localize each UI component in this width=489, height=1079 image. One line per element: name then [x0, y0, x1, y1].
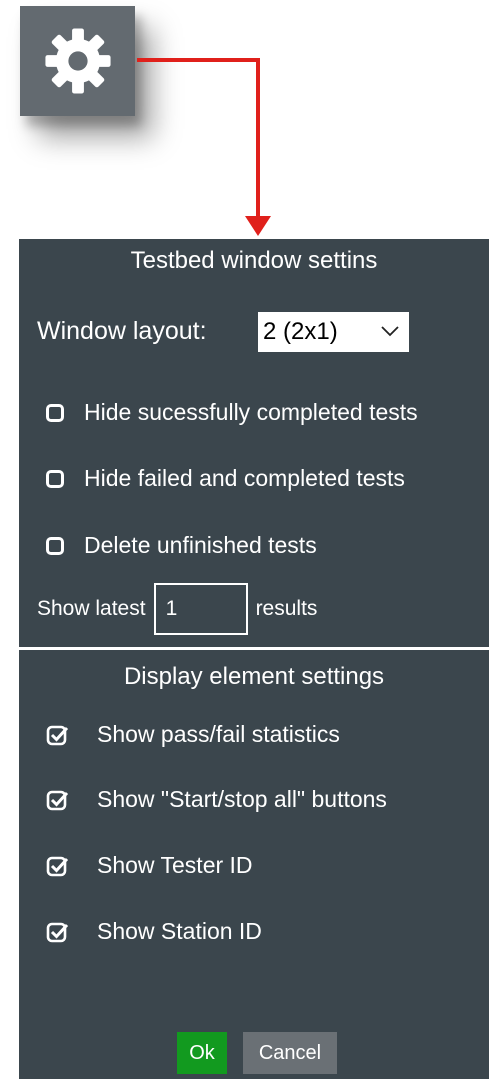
- option-label: Delete unfinished tests: [84, 532, 317, 558]
- show-latest-suffix: results: [255, 597, 318, 620]
- testbed-settings-panel: Testbed window settins Window layout: 2 …: [19, 239, 489, 1079]
- option-hide-successful[interactable]: Hide sucessfully completed tests: [46, 399, 418, 426]
- settings-gear-button[interactable]: [20, 6, 135, 116]
- gear-icon: [44, 28, 111, 94]
- option-show-station-id[interactable]: Show Station ID: [46, 918, 262, 945]
- option-label: Show "Start/stop all" buttons: [97, 786, 387, 812]
- option-delete-unfinished[interactable]: Delete unfinished tests: [46, 532, 317, 559]
- chevron-down-icon: [381, 326, 399, 337]
- unchecked-checkbox-icon[interactable]: [46, 536, 64, 555]
- window-layout-label: Window layout:: [37, 317, 207, 345]
- show-latest-prefix: Show latest: [37, 597, 146, 620]
- display-settings-title: Display element settings: [123, 663, 385, 690]
- cancel-button[interactable]: Cancel: [243, 1032, 337, 1074]
- checked-checkbox-icon[interactable]: [46, 854, 70, 878]
- option-label: Show pass/fail statistics: [97, 721, 340, 747]
- show-latest-input[interactable]: [153, 583, 248, 635]
- option-label: Hide sucessfully completed tests: [84, 399, 418, 425]
- option-show-start-stop[interactable]: Show "Start/stop all" buttons: [46, 786, 387, 813]
- option-show-pass-fail[interactable]: Show pass/fail statistics: [46, 721, 340, 748]
- window-layout-value: 2 (2x1): [263, 318, 338, 345]
- checked-checkbox-icon[interactable]: [46, 723, 70, 747]
- checked-checkbox-icon[interactable]: [46, 920, 70, 944]
- option-label: Show Tester ID: [97, 852, 253, 878]
- ok-button[interactable]: Ok: [177, 1032, 227, 1074]
- checked-checkbox-icon[interactable]: [46, 788, 70, 812]
- section-divider: [19, 647, 489, 650]
- show-latest-row: Show latest results: [37, 583, 317, 635]
- window-layout-select[interactable]: 2 (2x1): [258, 312, 409, 352]
- option-label: Show Station ID: [97, 918, 262, 944]
- unchecked-checkbox-icon[interactable]: [46, 403, 64, 422]
- panel-title: Testbed window settins: [130, 247, 378, 274]
- unchecked-checkbox-icon[interactable]: [46, 469, 64, 488]
- option-hide-failed[interactable]: Hide failed and completed tests: [46, 465, 405, 492]
- option-show-tester-id[interactable]: Show Tester ID: [46, 852, 253, 879]
- option-label: Hide failed and completed tests: [84, 465, 405, 491]
- window-layout-row: Window layout:: [37, 317, 207, 346]
